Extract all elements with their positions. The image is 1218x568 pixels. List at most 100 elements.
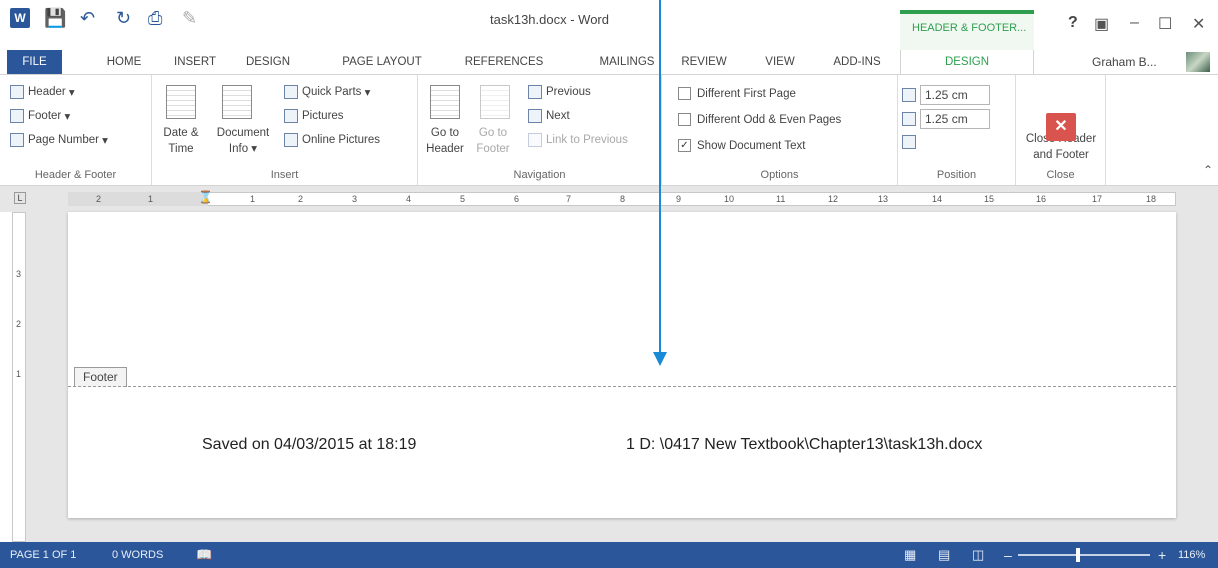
tab-references[interactable]: REFERENCES [456,50,552,74]
previous-label: Previous [546,86,591,98]
redo-icon[interactable]: ↻ [116,6,131,30]
document-info-icon[interactable] [222,85,252,119]
header-icon [10,85,24,99]
insert-alignment-tab-button[interactable] [902,135,920,149]
date-time-icon[interactable] [166,85,196,119]
print-preview-icon[interactable]: ⎙ [148,6,162,30]
footer-from-bottom-icon [902,112,916,126]
word-window: W 💾 ↶ ↻ ⎙ ✎ task13h.docx - Word HEADER &… [0,0,1218,568]
checkmark-icon: ✓ [678,139,691,152]
footer-file-path[interactable]: 1 D: \0417 New Textbook\Chapter13\task13… [626,436,982,454]
header-label: Header [28,86,66,98]
vertical-ruler[interactable]: 3 2 1 [12,212,26,542]
tab-mailings[interactable]: MAILINGS [592,50,662,74]
word-logo-icon[interactable]: W [10,8,30,28]
ruler-mark: 5 [460,194,466,204]
collapse-ribbon-icon[interactable]: ⌃ [1203,163,1213,177]
quick-parts-button[interactable]: Quick Parts ▾ [284,85,370,99]
go-to-header-icon[interactable] [430,85,460,119]
show-document-text-checkbox[interactable]: ✓ Show Document Text [678,139,805,152]
user-name[interactable]: Graham B... [1092,50,1157,74]
show-document-text-label: Show Document Text [697,139,806,152]
zoom-out-icon[interactable]: – [1004,542,1012,568]
link-to-previous-button[interactable]: Link to Previous [528,133,628,147]
pictures-button[interactable]: Pictures [284,109,344,123]
link-to-previous-label: Link to Previous [546,134,628,146]
group-label-position: Position [936,169,977,181]
different-odd-even-checkbox[interactable]: Different Odd & Even Pages [678,113,841,126]
tab-page-layout[interactable]: PAGE LAYOUT [332,50,432,74]
touch-mode-icon[interactable]: ✎ [182,6,197,30]
proofing-icon[interactable]: 📖 [196,542,212,568]
ruler-mark: 6 [514,194,520,204]
online-pictures-button[interactable]: Online Pictures [284,133,380,147]
zoom-in-icon[interactable]: + [1158,542,1166,568]
footer-boundary-line [68,386,1176,387]
ruler-mark: 10 [724,194,735,204]
tab-review[interactable]: REVIEW [676,50,732,74]
different-first-page-checkbox[interactable]: Different First Page [678,87,796,100]
tab-add-ins[interactable]: ADD-INS [822,50,892,74]
go-to-footer-button[interactable]: Go to Footer [470,125,516,157]
zoom-level[interactable]: 116% [1178,542,1205,568]
footer-button[interactable]: Footer ▾ [10,109,70,123]
tab-view[interactable]: VIEW [758,50,802,74]
document-info-label-2: Info [228,143,249,155]
document-info-button[interactable]: Document Info ▾ [208,125,278,157]
word-count[interactable]: 0 WORDS [112,542,163,568]
pictures-label: Pictures [302,110,344,122]
horizontal-ruler[interactable]: L 2 1 ⌛ 1 2 3 4 5 6 7 8 9 10 11 12 13 14… [0,186,1218,212]
tab-header-footer-design[interactable]: DESIGN [900,50,1034,74]
page-number-button[interactable]: Page Number ▾ [10,133,108,147]
tab-file[interactable]: FILE [7,50,62,74]
group-label-close: Close [1046,169,1075,181]
footer-icon [10,109,24,123]
close-window-icon[interactable]: ✕ [1192,14,1205,34]
header-from-top-input[interactable]: 1.25 cm [920,85,990,105]
page-number-icon [10,133,24,147]
go-to-header-button[interactable]: Go to Header [422,125,468,157]
annotation-arrow-head-icon [653,352,667,366]
group-insert: Date & Time Document Info ▾ Quick Parts ▾ … [152,75,418,185]
ruler-mark: 13 [878,194,889,204]
title-bar: W 💾 ↶ ↻ ⎙ ✎ task13h.docx - Word HEADER &… [0,0,1218,50]
undo-icon[interactable]: ↶ [80,6,95,30]
next-button[interactable]: Next [528,109,570,123]
tab-home[interactable]: HOME [94,50,154,74]
header-button[interactable]: Header ▾ [10,85,75,99]
close-header-footer-icon[interactable]: ✕ [1046,113,1076,141]
online-pictures-icon [284,133,298,147]
date-time-button[interactable]: Date & Time [156,125,206,157]
minimize-icon[interactable]: – [1130,14,1139,32]
help-button[interactable]: ? [1068,14,1078,32]
document-page[interactable]: Footer Saved on 04/03/2015 at 18:19 1 D:… [68,212,1176,518]
print-layout-icon[interactable]: ▤ [938,542,950,568]
go-to-footer-icon[interactable] [480,85,510,119]
document-info-label-2-wrap: Info ▾ [228,143,258,155]
page-number-label: Page Number [28,134,99,146]
ruler-mark: 17 [1092,194,1103,204]
zoom-slider[interactable] [1018,554,1150,556]
save-icon[interactable]: 💾 [44,6,66,30]
ruler-mark: 9 [676,194,682,204]
tab-design[interactable]: DESIGN [236,50,300,74]
vruler-mark: 1 [16,369,22,379]
tab-selector-icon[interactable]: L [14,192,26,204]
go-to-header-label-2: Header [426,143,464,155]
web-layout-icon[interactable]: ◫ [972,542,984,568]
ribbon-display-options-icon[interactable]: ▣ [1094,14,1109,34]
zoom-slider-thumb[interactable] [1076,548,1080,562]
ruler-mark: 4 [406,194,412,204]
indent-marker-icon[interactable]: ⌛ [198,190,213,204]
avatar[interactable] [1186,52,1210,72]
tab-insert[interactable]: INSERT [164,50,226,74]
read-mode-icon[interactable]: ▦ [904,542,916,568]
maximize-icon[interactable]: ☐ [1158,14,1172,34]
footer-from-bottom-input[interactable]: 1.25 cm [920,109,990,129]
footer-saved-text[interactable]: Saved on 04/03/2015 at 18:19 [202,436,416,454]
previous-button[interactable]: Previous [528,85,591,99]
previous-icon [528,85,542,99]
document-area[interactable]: Footer Saved on 04/03/2015 at 18:19 1 D:… [26,212,1218,542]
vruler-mark: 3 [16,269,22,279]
page-count[interactable]: PAGE 1 OF 1 [10,542,76,568]
